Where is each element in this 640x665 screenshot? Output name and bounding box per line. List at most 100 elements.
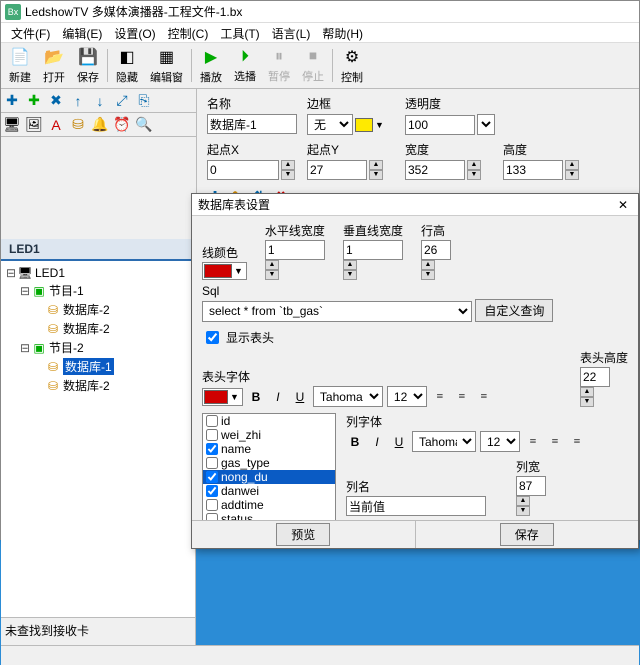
tree-db-b2[interactable]: ⛁数据库-2 <box>5 376 191 395</box>
play-button[interactable]: ▶播放 <box>194 45 228 86</box>
menu-lang[interactable]: 语言(L) <box>266 23 317 42</box>
add2-icon[interactable]: ✚ <box>25 92 43 110</box>
down-icon[interactable]: ↓ <box>91 92 109 110</box>
border-select[interactable]: 无 <box>307 114 353 135</box>
custom-query-button[interactable]: 自定义查询 <box>475 299 553 322</box>
field-item-id[interactable]: id <box>203 414 335 428</box>
startx-spinner[interactable]: ▲▼ <box>281 160 295 180</box>
menu-file[interactable]: 文件(F) <box>5 23 56 42</box>
field-checkbox[interactable] <box>206 499 218 511</box>
col-italic-button[interactable]: I <box>368 433 386 451</box>
starty-input[interactable] <box>307 160 367 180</box>
headerh-spinner[interactable]: ▲▼ <box>580 387 594 407</box>
sql-select[interactable]: select * from `tb_gas` <box>202 301 472 322</box>
rowh-spinner[interactable]: ▲▼ <box>421 260 435 280</box>
border-color-swatch[interactable] <box>355 118 373 132</box>
tree-db-b1[interactable]: ⛁数据库-1 <box>5 357 191 376</box>
field-checkbox[interactable] <box>206 415 218 427</box>
clone-icon[interactable]: ⎘ <box>135 92 153 110</box>
open-button[interactable]: 📂打开 <box>37 45 71 86</box>
opacity-input[interactable] <box>405 115 475 135</box>
chevron-down-icon[interactable]: ▼ <box>375 120 384 130</box>
field-checkbox[interactable] <box>206 443 218 455</box>
tree-prog2[interactable]: ⊟▣节目-2 <box>5 338 191 357</box>
colname-input[interactable] <box>346 496 486 516</box>
delete-icon[interactable]: ✖ <box>47 92 65 110</box>
menu-control[interactable]: 控制(C) <box>162 23 215 42</box>
save-button[interactable]: 💾保存 <box>71 45 105 86</box>
new-button[interactable]: 📄新建 <box>3 45 37 86</box>
selectplay-button[interactable]: ⏵选播 <box>228 45 262 86</box>
field-checkbox[interactable] <box>206 513 218 520</box>
preview-button[interactable]: 预览 <box>276 523 330 546</box>
db-icon[interactable]: ⛁ <box>69 116 87 134</box>
col-font-select[interactable]: Tahoma <box>412 431 476 452</box>
tree-db-a1[interactable]: ⛁数据库-2 <box>5 300 191 319</box>
field-checkbox[interactable] <box>206 485 218 497</box>
field-item-nong_du[interactable]: nong_du <box>203 470 335 484</box>
field-item-name[interactable]: name <box>203 442 335 456</box>
resize-icon[interactable]: ⤢ <box>113 92 131 110</box>
col-align-left-icon[interactable]: ≡ <box>524 433 542 451</box>
search-icon[interactable]: 🔍 <box>135 116 153 134</box>
italic-button[interactable]: I <box>269 388 287 406</box>
opacity-dd[interactable] <box>477 114 495 135</box>
menu-help[interactable]: 帮助(H) <box>316 23 369 42</box>
bell-icon[interactable]: 🔔 <box>91 116 109 134</box>
field-item-wei_zhi[interactable]: wei_zhi <box>203 428 335 442</box>
col-fontsize-select[interactable]: 12 <box>480 431 520 452</box>
field-item-status[interactable]: status <box>203 512 335 520</box>
menu-tool[interactable]: 工具(T) <box>214 23 265 42</box>
col-bold-button[interactable]: B <box>346 433 364 451</box>
add-icon[interactable]: ✚ <box>3 92 21 110</box>
colwidth-input[interactable] <box>516 476 546 496</box>
name-input[interactable] <box>207 114 297 134</box>
stop-button[interactable]: ⏹停止 <box>296 45 330 86</box>
menu-edit[interactable]: 编辑(E) <box>56 23 108 42</box>
underline-button[interactable]: U <box>291 388 309 406</box>
field-checkbox[interactable] <box>206 457 218 469</box>
hwidth-input[interactable] <box>265 240 325 260</box>
align-left-icon[interactable]: ≡ <box>431 388 449 406</box>
close-icon[interactable]: ✕ <box>614 198 632 212</box>
hwidth-spinner[interactable]: ▲▼ <box>265 260 279 280</box>
height-spinner[interactable]: ▲▼ <box>565 160 579 180</box>
field-checkbox[interactable] <box>206 429 218 441</box>
col-underline-button[interactable]: U <box>390 433 408 451</box>
field-checkbox[interactable] <box>206 471 218 483</box>
menu-setup[interactable]: 设置(O) <box>108 23 161 42</box>
pause-button[interactable]: ⏸暂停 <box>262 45 296 86</box>
field-item-gas_type[interactable]: gas_type <box>203 456 335 470</box>
width-spinner[interactable]: ▲▼ <box>467 160 481 180</box>
field-item-addtime[interactable]: addtime <box>203 498 335 512</box>
width-input[interactable] <box>405 160 465 180</box>
vwidth-spinner[interactable]: ▲▼ <box>343 260 357 280</box>
dialog-save-button[interactable]: 保存 <box>500 523 554 546</box>
text-icon[interactable]: A <box>47 116 65 134</box>
clock-icon[interactable]: ⏰ <box>113 116 131 134</box>
header-font-color-button[interactable]: ▼ <box>202 388 243 406</box>
colwidth-spinner[interactable]: ▲▼ <box>516 496 530 516</box>
show-header-checkbox[interactable] <box>206 331 219 344</box>
tab-led1[interactable]: LED1 <box>1 239 195 261</box>
image-icon[interactable]: 🖼 <box>25 116 43 134</box>
col-align-center-icon[interactable]: ≡ <box>546 433 564 451</box>
hide-button[interactable]: ◧隐藏 <box>110 45 144 86</box>
tree-db-a2[interactable]: ⛁数据库-2 <box>5 319 191 338</box>
line-color-button[interactable]: ▼ <box>202 262 247 280</box>
field-list[interactable]: idwei_zhinamegas_typenong_dudanweiaddtim… <box>202 413 336 520</box>
tree-root[interactable]: ⊟🖥LED1 <box>5 265 191 281</box>
vwidth-input[interactable] <box>343 240 403 260</box>
screen-icon[interactable]: 🖥 <box>3 116 21 134</box>
control-button[interactable]: ⚙控制 <box>335 45 369 86</box>
startx-input[interactable] <box>207 160 279 180</box>
align-center-icon[interactable]: ≡ <box>453 388 471 406</box>
tree-view[interactable]: ⊟🖥LED1 ⊟▣节目-1 ⛁数据库-2 ⛁数据库-2 ⊟▣节目-2 ⛁数据库-… <box>1 261 195 617</box>
header-fontsize-select[interactable]: 12 <box>387 386 427 407</box>
up-icon[interactable]: ↑ <box>69 92 87 110</box>
editwin-button[interactable]: ▦编辑窗 <box>144 45 189 86</box>
bold-button[interactable]: B <box>247 388 265 406</box>
field-item-danwei[interactable]: danwei <box>203 484 335 498</box>
align-right-icon[interactable]: ≡ <box>475 388 493 406</box>
starty-spinner[interactable]: ▲▼ <box>369 160 383 180</box>
